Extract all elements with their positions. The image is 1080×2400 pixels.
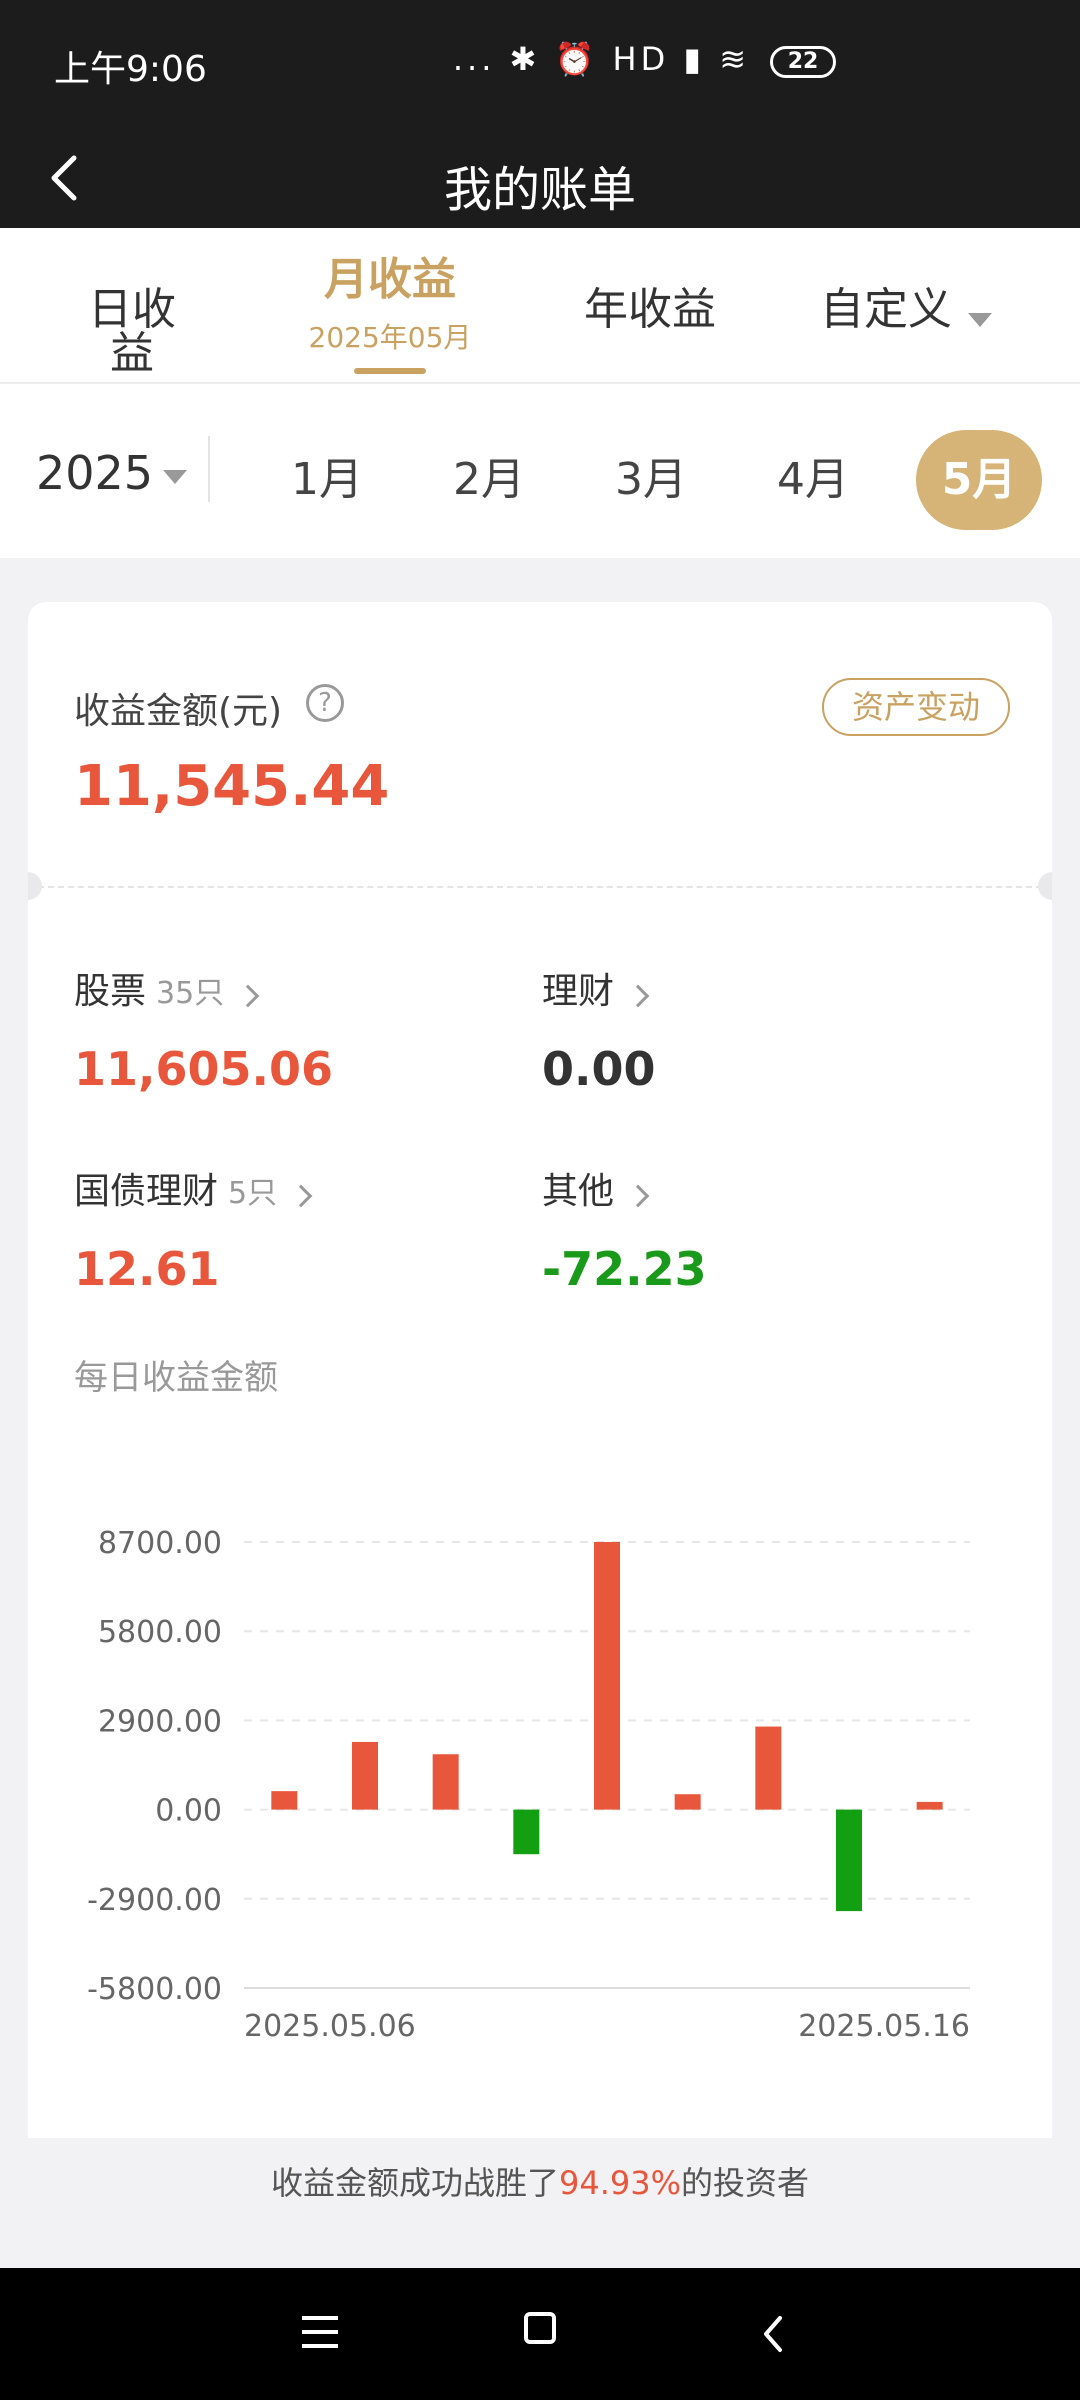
bar xyxy=(674,1794,701,1810)
y-tick-label: 2900.00 xyxy=(98,1704,222,1739)
battery-icon: 22 xyxy=(770,46,836,78)
dashed-divider xyxy=(28,886,1052,888)
bar xyxy=(432,1754,459,1810)
tab-sub-label: 2025年05月 xyxy=(308,321,472,354)
y-tick-label: -5800.00 xyxy=(87,1972,222,2007)
ranking-percent: 94.93% xyxy=(558,2164,681,2202)
item-value: -72.23 xyxy=(542,1242,707,1296)
y-tick-label: 5800.00 xyxy=(98,1615,222,1650)
month-apr[interactable]: 4月 xyxy=(750,430,876,530)
tab-custom[interactable]: 自定义 xyxy=(820,228,1010,384)
bar xyxy=(513,1809,540,1855)
year-value: 2025 xyxy=(36,446,154,500)
month-jan[interactable]: 1月 xyxy=(264,430,390,530)
bar xyxy=(352,1741,378,1810)
y-tick-label: 0.00 xyxy=(155,1794,222,1829)
tab-label: 日收益 xyxy=(88,284,176,379)
x-tick-label: 2025.05.06 xyxy=(244,2009,416,2044)
month-feb[interactable]: 2月 xyxy=(426,430,552,530)
tab-label: 自定义 xyxy=(820,284,952,335)
tab-yearly[interactable]: 年收益 xyxy=(584,228,716,384)
dropdown-caret-icon xyxy=(163,469,188,484)
chevron-right-icon xyxy=(626,984,650,1007)
divider xyxy=(208,436,210,502)
y-tick-label: -2900.00 xyxy=(87,1883,222,1918)
earnings-label: 收益金额(元) xyxy=(74,691,283,732)
bar xyxy=(916,1801,943,1810)
item-other[interactable]: 其他 -72.23 xyxy=(542,1162,982,1296)
home-icon[interactable] xyxy=(524,2312,556,2344)
bar xyxy=(836,1809,862,1912)
item-value: 0.00 xyxy=(542,1042,656,1096)
status-bar: 上午9:06 ... ✱ ⏰ HD ▮ ≋ 22 xyxy=(0,0,1080,128)
month-selector: 2025 1月 2月 3月 4月 5月 xyxy=(0,384,1080,558)
item-value: 12.61 xyxy=(74,1242,220,1296)
y-tick-label: 8700.00 xyxy=(98,1526,222,1561)
item-label: 理财 xyxy=(542,971,615,1012)
chevron-right-icon xyxy=(236,984,260,1007)
dropdown-caret-icon xyxy=(968,312,992,327)
item-wealth[interactable]: 理财 0.00 xyxy=(542,962,982,1096)
item-count: 5只 xyxy=(228,1176,278,1211)
earnings-card: 收益金额(元) ? 资产变动 11,545.44 股票 35只 11,605.06… xyxy=(28,602,1052,2228)
system-nav-bar xyxy=(0,2268,1080,2400)
item-stocks[interactable]: 股票 35只 11,605.06 xyxy=(74,962,514,1096)
ranking-footer: 收益金额成功战胜了94.93%的投资者 xyxy=(28,2138,1052,2228)
ranking-suffix: 的投资者 xyxy=(681,2164,810,2202)
page-title: 我的账单 xyxy=(443,162,636,218)
menu-icon[interactable] xyxy=(302,2316,338,2348)
system-back-icon[interactable] xyxy=(752,2312,796,2356)
total-earnings: 11,545.44 xyxy=(74,754,390,819)
status-time: 上午9:06 xyxy=(54,49,207,90)
chevron-right-icon xyxy=(289,1184,313,1207)
month-mar[interactable]: 3月 xyxy=(588,430,714,530)
asset-change-button[interactable]: 资产变动 xyxy=(822,678,1010,736)
status-icons: ... ✱ ⏰ HD ▮ ≋ xyxy=(452,40,750,78)
x-tick-label: 2025.05.16 xyxy=(798,2009,970,2044)
tab-monthly[interactable]: 月收益 2025年05月 xyxy=(300,228,480,384)
item-value: 11,605.06 xyxy=(74,1042,333,1096)
tab-daily[interactable]: 日收益 xyxy=(68,228,196,384)
card-notch-right xyxy=(1038,872,1052,900)
nav-bar: 我的账单 xyxy=(0,128,1080,228)
tab-label: 年收益 xyxy=(584,284,716,335)
item-label: 股票 xyxy=(74,971,147,1012)
item-label: 国债理财 xyxy=(74,1171,219,1212)
tab-label: 月收益 xyxy=(324,254,456,305)
card-notch-left xyxy=(28,872,42,900)
item-treasury[interactable]: 国债理财 5只 12.61 xyxy=(74,1162,514,1296)
item-label: 其他 xyxy=(542,1171,615,1212)
daily-chart-title: 每日收益金额 xyxy=(74,1358,278,1398)
bar xyxy=(594,1542,620,1810)
bar xyxy=(755,1726,782,1810)
bar xyxy=(271,1791,298,1810)
year-select[interactable]: 2025 xyxy=(36,446,188,500)
month-may[interactable]: 5月 xyxy=(916,430,1042,530)
tab-underline xyxy=(354,368,426,374)
daily-earnings-chart: 8700.00 5800.00 2900.00 0.00 -2900.00 -5800.0… xyxy=(87,1526,970,2044)
ranking-prefix: 收益金额成功战胜了 xyxy=(270,2164,559,2202)
period-tabs: 日收益 月收益 2025年05月 年收益 自定义 xyxy=(0,228,1080,384)
chevron-right-icon xyxy=(626,1184,650,1207)
help-icon[interactable]: ? xyxy=(306,684,344,722)
item-count: 35只 xyxy=(156,976,225,1011)
